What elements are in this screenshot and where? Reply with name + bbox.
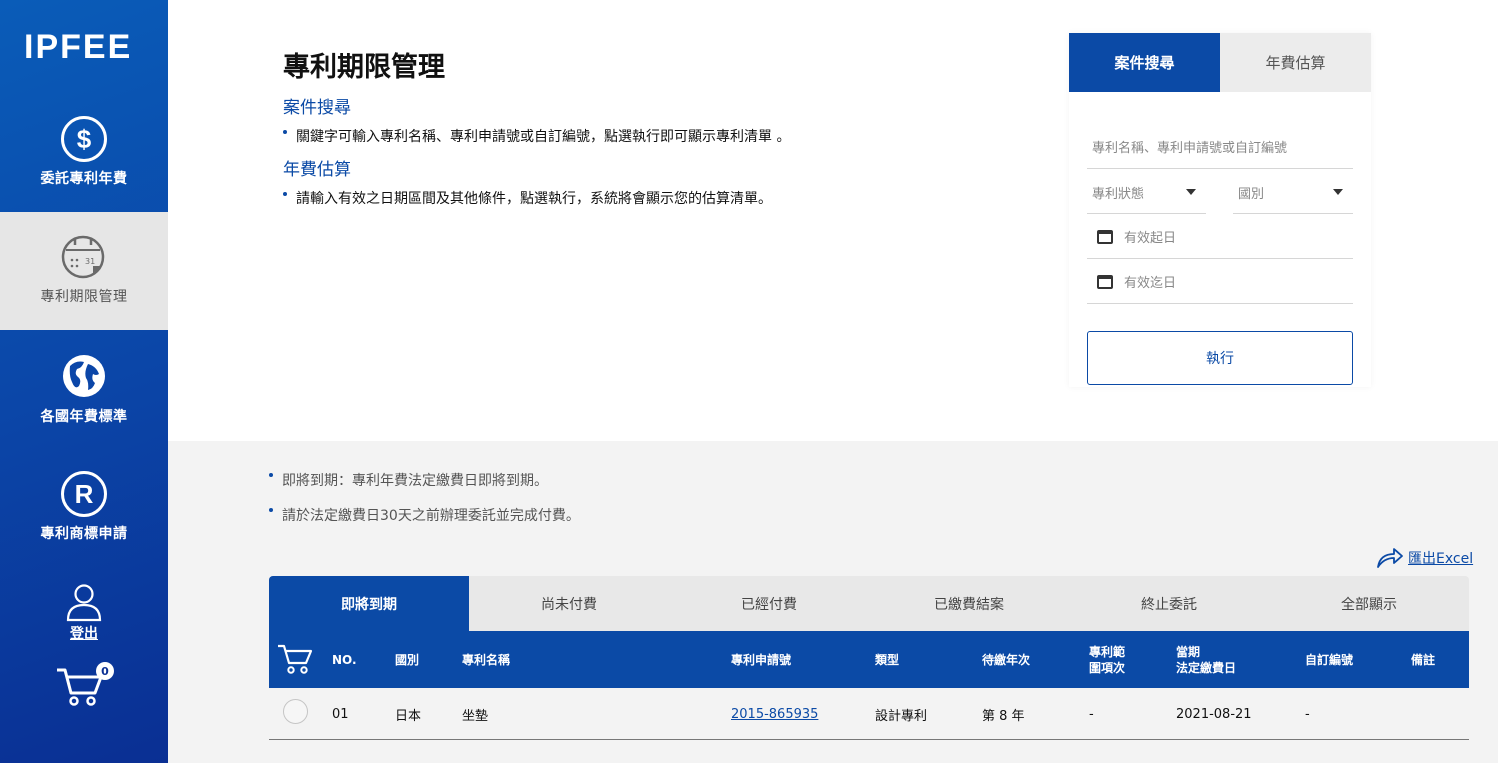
tab-paid-closed[interactable]: 已繳費結案 xyxy=(869,576,1069,631)
sidebar-item-patent-trademark-apply[interactable]: R 專利商標申請 xyxy=(0,471,168,543)
column-header-payment-year: 待繳年次 xyxy=(982,652,1031,667)
column-header-due-date: 當期 法定繳費日 xyxy=(1176,631,1236,688)
bullet-dot xyxy=(269,508,273,512)
cell-patent-name: 坐墊 xyxy=(462,708,489,724)
cell-no: 01 xyxy=(332,706,349,722)
column-header-application-no: 專利申請號 xyxy=(731,652,792,667)
column-header-claims-line: 圍項次 xyxy=(1089,660,1126,675)
chevron-down-icon xyxy=(1186,189,1196,195)
table-row: 01 日本 坐墊 2015-865935 設計專利 第 8 年 - 2021-0… xyxy=(269,688,1469,740)
end-date-input[interactable]: 有效迄日 xyxy=(1087,260,1353,304)
column-header-country: 國別 xyxy=(395,652,420,667)
country-select-value: 國別 xyxy=(1238,186,1265,202)
bullet-dot xyxy=(269,473,273,477)
calendar-icon xyxy=(1097,274,1113,289)
cart-icon[interactable] xyxy=(277,643,313,675)
bullet-dot xyxy=(283,130,287,134)
info-bullet-text: 請輸入有效之日期區間及其他條件，點選執行，系統將會顯示您的估算清單。 xyxy=(296,191,772,207)
sidebar-item-label: 委託專利年費 xyxy=(40,171,128,187)
status-tabs: 即將到期 尚未付費 已經付費 已繳費結案 終止委託 全部顯示 xyxy=(269,576,1469,631)
cell-custom-no: - xyxy=(1305,706,1310,722)
cell-country: 日本 xyxy=(395,708,422,724)
table-header: NO. 國別 專利名稱 專利申請號 類型 待繳年次 專利範 圍項次 當期 法定繳… xyxy=(269,631,1469,688)
dollar-icon: $ xyxy=(61,116,107,162)
sidebar-item-label: 專利商標申請 xyxy=(40,526,128,542)
end-date-placeholder: 有效迄日 xyxy=(1124,276,1177,291)
tab-expiring-soon[interactable]: 即將到期 xyxy=(269,576,469,631)
export-excel-label: 匯出Excel xyxy=(1408,551,1474,567)
logout-item[interactable]: 登出 xyxy=(0,583,168,643)
section-heading-case-search: 案件搜尋 xyxy=(283,98,351,118)
sidebar-item-label: 各國年費標準 xyxy=(40,409,128,425)
registered-icon: R xyxy=(61,471,107,517)
column-header-patent-name: 專利名稱 xyxy=(462,652,511,667)
page-title: 專利期限管理 xyxy=(283,52,445,83)
sidebar-item-deadline-management[interactable]: 31 專利期限管理 xyxy=(0,212,168,330)
cell-due-date: 2021-08-21 xyxy=(1176,706,1252,722)
note-item: 即將到期：專利年費法定繳費日即將到期。 xyxy=(269,470,548,490)
column-header-no: NO. xyxy=(332,652,357,667)
application-no-link[interactable]: 2015-865935 xyxy=(731,707,818,722)
column-header-claims-line: 專利範 xyxy=(1089,644,1126,659)
column-header-custom-no: 自訂編號 xyxy=(1305,652,1354,667)
tab-show-all[interactable]: 全部顯示 xyxy=(1269,576,1469,631)
info-bullet-text: 關鍵字可輸入專利名稱、專利申請號或自訂編號，點選執行即可顯示專利清單 。 xyxy=(296,129,791,145)
cell-claims: - xyxy=(1089,706,1094,722)
search-panel-tabs: 案件搜尋 年費估算 xyxy=(1069,33,1371,92)
sidebar-item-label: 專利期限管理 xyxy=(40,289,128,305)
sidebar-item-country-fees[interactable]: 各國年費標準 xyxy=(0,352,168,426)
column-header-remark: 備註 xyxy=(1411,652,1436,667)
column-header-due-line: 法定繳費日 xyxy=(1176,660,1237,675)
start-date-placeholder: 有效起日 xyxy=(1124,231,1177,246)
sidebar: IPFEE $ 委託專利年費 31 專利期限管理 各國年費標準 R 專利商標申請 xyxy=(0,0,168,763)
cell-payment-year: 第 8 年 xyxy=(982,708,1025,724)
sidebar-item-commission-fees[interactable]: $ 委託專利年費 xyxy=(0,116,168,188)
cell-type: 設計專利 xyxy=(875,708,928,724)
globe-icon xyxy=(63,355,105,397)
row-select-radio[interactable] xyxy=(283,699,308,724)
app-logo[interactable]: IPFEE xyxy=(24,28,132,67)
patent-status-select-value: 專利狀態 xyxy=(1092,186,1145,202)
chevron-down-icon xyxy=(1333,189,1343,195)
section-heading-fee-estimate: 年費估算 xyxy=(283,160,351,180)
cart-count-badge: 0 xyxy=(96,662,114,680)
keyword-search-input[interactable]: 專利名稱、專利申請號或自訂編號 xyxy=(1087,125,1353,169)
cell-application-no: 2015-865935 xyxy=(731,688,818,740)
column-header-claims: 專利範 圍項次 xyxy=(1089,631,1125,688)
calendar-icon xyxy=(1097,229,1113,244)
country-select[interactable]: 國別 xyxy=(1233,171,1353,214)
patent-status-select[interactable]: 專利狀態 xyxy=(1087,171,1206,214)
calendar-icon: 31 xyxy=(61,235,105,279)
tab-case-search[interactable]: 案件搜尋 xyxy=(1069,33,1220,92)
column-header-due-line: 當期 xyxy=(1176,644,1201,659)
note-item: 請於法定繳費日30天之前辦理委託並完成付費。 xyxy=(269,505,580,525)
note-text: 即將到期：專利年費法定繳費日即將到期。 xyxy=(282,473,548,489)
tab-unpaid[interactable]: 尚未付費 xyxy=(469,576,669,631)
svg-text:31: 31 xyxy=(85,257,95,266)
column-header-type: 類型 xyxy=(875,652,900,667)
info-bullet: 請輸入有效之日期區間及其他條件，點選執行，系統將會顯示您的估算清單。 xyxy=(283,188,772,208)
execute-button[interactable]: 執行 xyxy=(1087,331,1353,385)
user-icon xyxy=(66,584,102,622)
logout-link[interactable]: 登出 xyxy=(70,623,98,643)
note-text: 請於法定繳費日30天之前辦理委託並完成付費。 xyxy=(282,508,580,524)
info-bullet: 關鍵字可輸入專利名稱、專利申請號或自訂編號，點選執行即可顯示專利清單 。 xyxy=(283,126,790,146)
tab-terminated[interactable]: 終止委託 xyxy=(1069,576,1269,631)
start-date-input[interactable]: 有效起日 xyxy=(1087,215,1353,259)
export-excel-link[interactable]: 匯出Excel xyxy=(1376,546,1473,568)
share-arrow-icon xyxy=(1377,548,1403,568)
search-panel: 案件搜尋 年費估算 專利名稱、專利申請號或自訂編號 專利狀態 國別 有效起日 有… xyxy=(1069,33,1371,387)
bullet-dot xyxy=(283,192,287,196)
tab-paid[interactable]: 已經付費 xyxy=(669,576,869,631)
tab-fee-estimate[interactable]: 年費估算 xyxy=(1220,33,1371,92)
